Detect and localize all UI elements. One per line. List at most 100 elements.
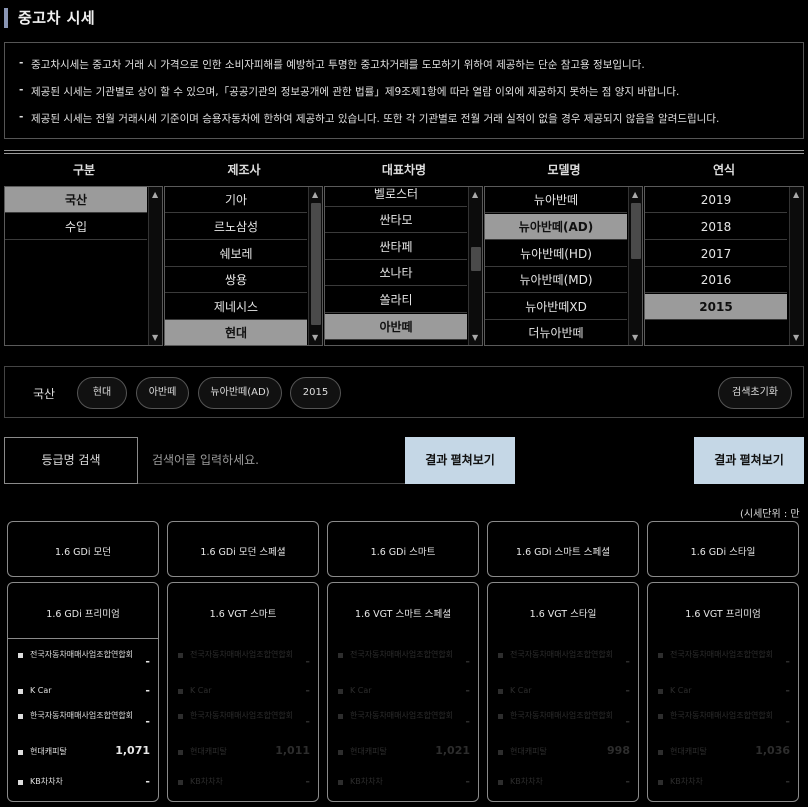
- price-source-label: 현대캐피탈: [178, 746, 227, 758]
- reset-search-button[interactable]: 검색초기화: [718, 377, 792, 409]
- list-item-maker[interactable]: 쉐보레: [165, 241, 307, 267]
- grade-card[interactable]: 1.6 VGT 스마트 전국자동차매매사업조합연합회 - K Car - 한국자…: [167, 582, 319, 802]
- price-value: -: [145, 655, 150, 668]
- filter-chip[interactable]: 현대: [77, 377, 127, 409]
- scroll-down-icon[interactable]: ▼: [793, 333, 799, 342]
- list-item-model[interactable]: 뉴아반떼XD: [485, 294, 627, 320]
- scroll-thumb[interactable]: [471, 247, 481, 271]
- scroll-up-icon[interactable]: ▲: [793, 190, 799, 199]
- filter-chip[interactable]: 뉴아반떼(AD): [198, 377, 282, 409]
- list-item-model[interactable]: 뉴아반떼(HD): [485, 241, 627, 267]
- scroll-thumb[interactable]: [311, 203, 321, 325]
- price-value: 1,011: [275, 744, 310, 757]
- scroll-thumb[interactable]: [631, 203, 641, 259]
- list-item-maker[interactable]: 쌍용: [165, 267, 307, 293]
- card-divider: [8, 638, 158, 639]
- category-list[interactable]: 국산 수입 ▲ ▼: [4, 186, 163, 346]
- price-source-label: KB차차차: [18, 776, 63, 788]
- price-value: -: [465, 715, 470, 728]
- year-scrollbar[interactable]: ▲ ▼: [789, 187, 803, 345]
- price-source-label: 한국자동차매매사업조합연합회: [658, 710, 773, 722]
- list-item-car[interactable]: 쏘나타: [325, 260, 467, 286]
- price-source-label: 한국자동차매매사업조합연합회: [338, 710, 453, 722]
- price-source-label: 전국자동차매매사업조합연합회: [178, 649, 293, 661]
- list-item-year[interactable]: 2018: [645, 214, 787, 240]
- price-source-label: 현대캐피탈: [658, 746, 707, 758]
- filter-chip[interactable]: 아반떼: [136, 377, 189, 409]
- scroll-up-icon[interactable]: ▲: [152, 190, 158, 199]
- scroll-down-icon[interactable]: ▼: [632, 333, 638, 342]
- list-item-model[interactable]: 뉴아반떼(AD): [485, 214, 627, 240]
- scroll-up-icon[interactable]: ▲: [632, 190, 638, 199]
- grade-card[interactable]: 1.6 VGT 스마트 스페셜 전국자동차매매사업조합연합회 - K Car -…: [327, 582, 479, 802]
- price-value: -: [465, 684, 470, 697]
- price-value: -: [305, 775, 310, 788]
- grade-card[interactable]: 1.6 GDi 스타일: [647, 521, 799, 577]
- list-item-model[interactable]: 뉴아반떼: [485, 187, 627, 213]
- list-item-model[interactable]: 뉴아반떼(MD): [485, 267, 627, 293]
- grade-name: 1.6 VGT 스마트: [209, 609, 277, 620]
- price-value: -: [145, 715, 150, 728]
- price-value: -: [785, 775, 790, 788]
- grade-name: 1.6 VGT 스타일: [529, 609, 597, 620]
- grade-name: 1.6 VGT 프리미엄: [685, 609, 761, 620]
- grade-search-input[interactable]: [138, 437, 406, 484]
- category-scrollbar[interactable]: ▲ ▼: [148, 187, 162, 345]
- scroll-down-icon[interactable]: ▼: [152, 333, 158, 342]
- list-item-model[interactable]: 더뉴아반떼: [485, 320, 627, 345]
- header-category: 구분: [72, 163, 96, 177]
- price-value: -: [465, 655, 470, 668]
- car-list[interactable]: 벨로스터 싼타모 싼타페 쏘나타 쏠라티 아반떼 ▲ ▼: [324, 186, 483, 346]
- list-item-car[interactable]: 아반떼: [325, 314, 467, 340]
- scroll-down-icon[interactable]: ▼: [312, 333, 318, 342]
- notice-item: 제공된 시세는 전월 거래시세 기준이며 승용자동차에 한하여 제공하고 있습니…: [19, 111, 719, 126]
- scroll-up-icon[interactable]: ▲: [312, 190, 318, 199]
- maker-list[interactable]: 기아 르노삼성 쉐보레 쌍용 제네시스 현대 ▲ ▼: [164, 186, 323, 346]
- grade-name: 1.6 GDi 모던: [55, 547, 111, 558]
- expand-results-button-right[interactable]: 결과 펼쳐보기: [694, 437, 804, 484]
- list-item-category[interactable]: 수입: [5, 214, 147, 240]
- price-source-label: 전국자동차매매사업조합연합회: [338, 649, 453, 661]
- scroll-down-icon[interactable]: ▼: [472, 333, 478, 342]
- price-value: -: [305, 715, 310, 728]
- price-source-label: 전국자동차매매사업조합연합회: [498, 649, 613, 661]
- list-item-maker[interactable]: 기아: [165, 187, 307, 213]
- price-source-label: 현대캐피탈: [18, 746, 67, 758]
- price-source-label: 한국자동차매매사업조합연합회: [18, 710, 133, 722]
- price-source-label: KB차차차: [338, 776, 383, 788]
- model-list[interactable]: 뉴아반떼 뉴아반떼(AD) 뉴아반떼(HD) 뉴아반떼(MD) 뉴아반떼XD 더…: [484, 186, 643, 346]
- car-scrollbar[interactable]: ▲ ▼: [468, 187, 482, 345]
- year-list[interactable]: 2019 2018 2017 2016 2015 ▲ ▼: [644, 186, 804, 346]
- list-item-maker[interactable]: 르노삼성: [165, 214, 307, 240]
- list-item-year[interactable]: 2019: [645, 187, 787, 213]
- list-item-year[interactable]: 2016: [645, 267, 787, 293]
- list-item-car[interactable]: 벨로스터: [325, 187, 467, 207]
- grade-card[interactable]: 1.6 GDi 스마트: [327, 521, 479, 577]
- notice-box: 중고차시세는 중고차 거래 시 가격으로 인한 소비자피해를 예방하고 투명한 …: [4, 42, 804, 139]
- filter-chip[interactable]: 2015: [290, 377, 341, 409]
- list-item-car[interactable]: 싼타모: [325, 207, 467, 233]
- list-item-year[interactable]: 2015: [645, 294, 787, 320]
- grade-card[interactable]: 1.6 GDi 스마트 스페셜: [487, 521, 639, 577]
- list-item-car[interactable]: 쏠라티: [325, 287, 467, 313]
- grade-card[interactable]: 1.6 GDi 모던 스페셜: [167, 521, 319, 577]
- scroll-up-icon[interactable]: ▲: [472, 190, 478, 199]
- grade-card-expanded[interactable]: 1.6 GDi 프리미엄 전국자동차매매사업조합연합회 - K Car - 한국…: [7, 582, 159, 802]
- list-item-car[interactable]: 싼타페: [325, 234, 467, 260]
- grade-card[interactable]: 1.6 VGT 프리미엄 전국자동차매매사업조합연합회 - K Car - 한국…: [647, 582, 799, 802]
- grade-card[interactable]: 1.6 GDi 모던: [7, 521, 159, 577]
- grade-card[interactable]: 1.6 VGT 스타일 전국자동차매매사업조합연합회 - K Car - 한국자…: [487, 582, 639, 802]
- maker-scrollbar[interactable]: ▲ ▼: [308, 187, 322, 345]
- list-item-year[interactable]: 2017: [645, 241, 787, 267]
- price-value: -: [305, 684, 310, 697]
- list-item-maker[interactable]: 제네시스: [165, 294, 307, 320]
- grade-name: 1.6 GDi 스타일: [690, 547, 756, 558]
- header-model: 모델명: [547, 163, 581, 177]
- expand-results-button[interactable]: 결과 펼쳐보기: [405, 437, 515, 484]
- price-source-label: 한국자동차매매사업조합연합회: [498, 710, 613, 722]
- price-value: -: [785, 715, 790, 728]
- model-scrollbar[interactable]: ▲ ▼: [628, 187, 642, 345]
- price-source-label: KB차차차: [178, 776, 223, 788]
- list-item-maker[interactable]: 현대: [165, 320, 307, 345]
- list-item-category[interactable]: 국산: [5, 187, 147, 213]
